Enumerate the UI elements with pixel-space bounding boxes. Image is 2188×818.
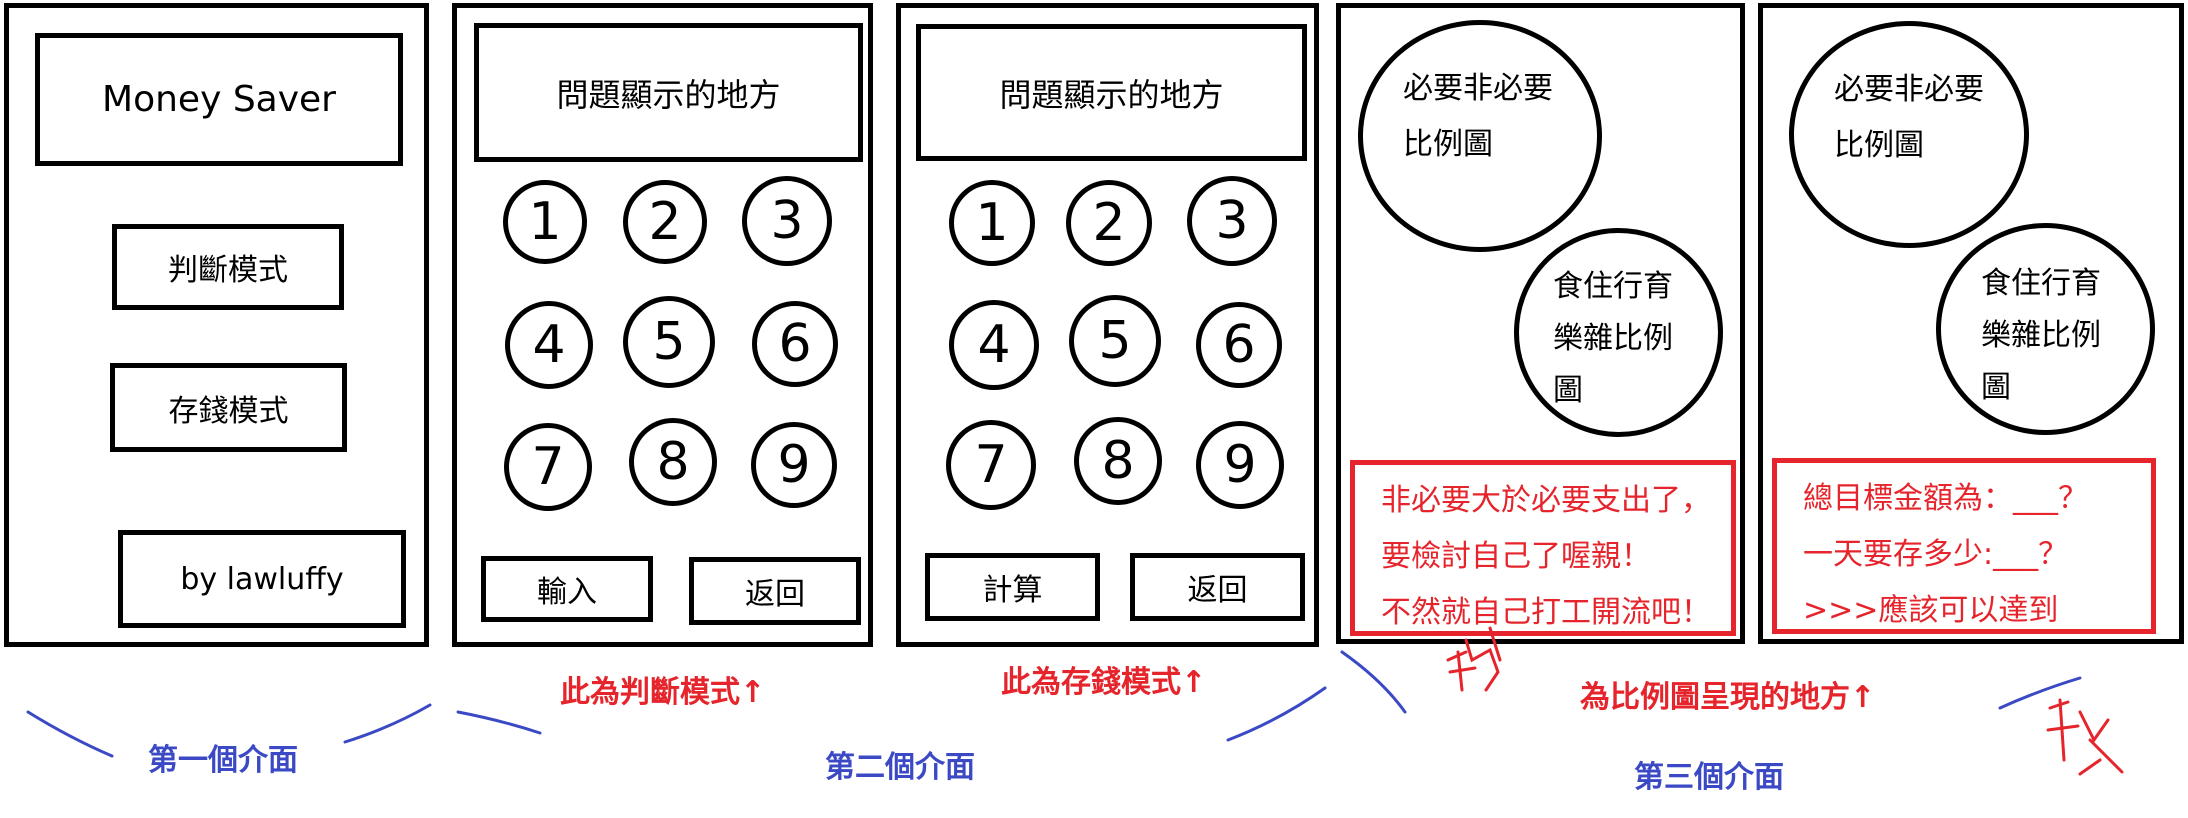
key-3[interactable]: 3 <box>742 176 832 266</box>
goal-message: 總目標金額為：___？ 一天要存多少:___？ >>>應該可以達到 <box>1772 458 2156 634</box>
screen-ratio-warning: 必要非必要 比例圖 食住行育 樂雜比例圖 非必要大於必要支出了， 要檢討自己了喔親！不… <box>1336 3 1745 644</box>
key-9[interactable]: 9 <box>751 422 837 508</box>
key-1[interactable]: 1 <box>503 180 587 264</box>
key-2[interactable]: 2 <box>623 180 707 264</box>
back-button[interactable]: 返回 <box>689 557 861 625</box>
screen-main-menu: Money Saver 判斷模式 存錢模式 by lawluffy <box>4 3 429 647</box>
screen-judge-mode: 問題顯示的地方 1 2 3 4 5 6 7 8 9 輸入 返回 <box>452 3 873 647</box>
input-button[interactable]: 輸入 <box>481 556 653 622</box>
key-6[interactable]: 6 <box>1196 302 1282 388</box>
screen-ratio-goal: 必要非必要 比例圖 食住行育 樂雜比例圖 總目標金額為：___？ 一天要存多少:___… <box>1758 3 2184 644</box>
question-display: 問題顯示的地方 <box>916 24 1307 161</box>
third-interface-label: 第三個介面 <box>1634 760 1784 795</box>
key-6[interactable]: 6 <box>752 301 838 387</box>
judge-mode-note: 此為判斷模式↑ <box>560 675 766 710</box>
back-button[interactable]: 返回 <box>1130 553 1305 621</box>
second-interface-label: 第二個介面 <box>825 750 975 785</box>
key-2[interactable]: 2 <box>1066 180 1152 266</box>
necessary-ratio-chart: 必要非必要 比例圖 <box>1358 20 1602 252</box>
author-credit: by lawluffy <box>118 530 406 628</box>
necessary-ratio-chart: 必要非必要 比例圖 <box>1789 21 2029 248</box>
warning-message: 非必要大於必要支出了， 要檢討自己了喔親！ 不然就自己打工開流吧！ <box>1350 460 1736 636</box>
key-5[interactable]: 5 <box>623 296 715 388</box>
screen-save-mode: 問題顯示的地方 1 2 3 4 5 6 7 8 9 計算 返回 <box>896 3 1319 647</box>
key-5[interactable]: 5 <box>1069 295 1161 387</box>
judge-mode-button[interactable]: 判斷模式 <box>112 224 344 310</box>
key-4[interactable]: 4 <box>505 301 593 389</box>
key-8[interactable]: 8 <box>1074 417 1162 505</box>
question-display: 問題顯示的地方 <box>474 23 863 162</box>
chart-note: 為比例圖呈現的地方↑ <box>1580 680 1876 715</box>
key-4[interactable]: 4 <box>949 300 1039 390</box>
save-mode-note: 此為存錢模式↑ <box>1001 665 1207 700</box>
key-1[interactable]: 1 <box>949 180 1035 266</box>
key-7[interactable]: 7 <box>946 420 1036 510</box>
key-8[interactable]: 8 <box>629 418 717 506</box>
save-mode-button[interactable]: 存錢模式 <box>110 363 347 452</box>
key-7[interactable]: 7 <box>504 423 592 511</box>
first-interface-label: 第一個介面 <box>148 743 298 778</box>
category-ratio-chart: 食住行育 樂雜比例圖 <box>1936 223 2155 435</box>
key-3[interactable]: 3 <box>1187 176 1277 266</box>
calculate-button[interactable]: 計算 <box>925 553 1100 621</box>
category-ratio-chart: 食住行育 樂雜比例圖 <box>1514 228 1723 437</box>
key-9[interactable]: 9 <box>1196 421 1284 509</box>
app-title: Money Saver <box>35 33 403 166</box>
